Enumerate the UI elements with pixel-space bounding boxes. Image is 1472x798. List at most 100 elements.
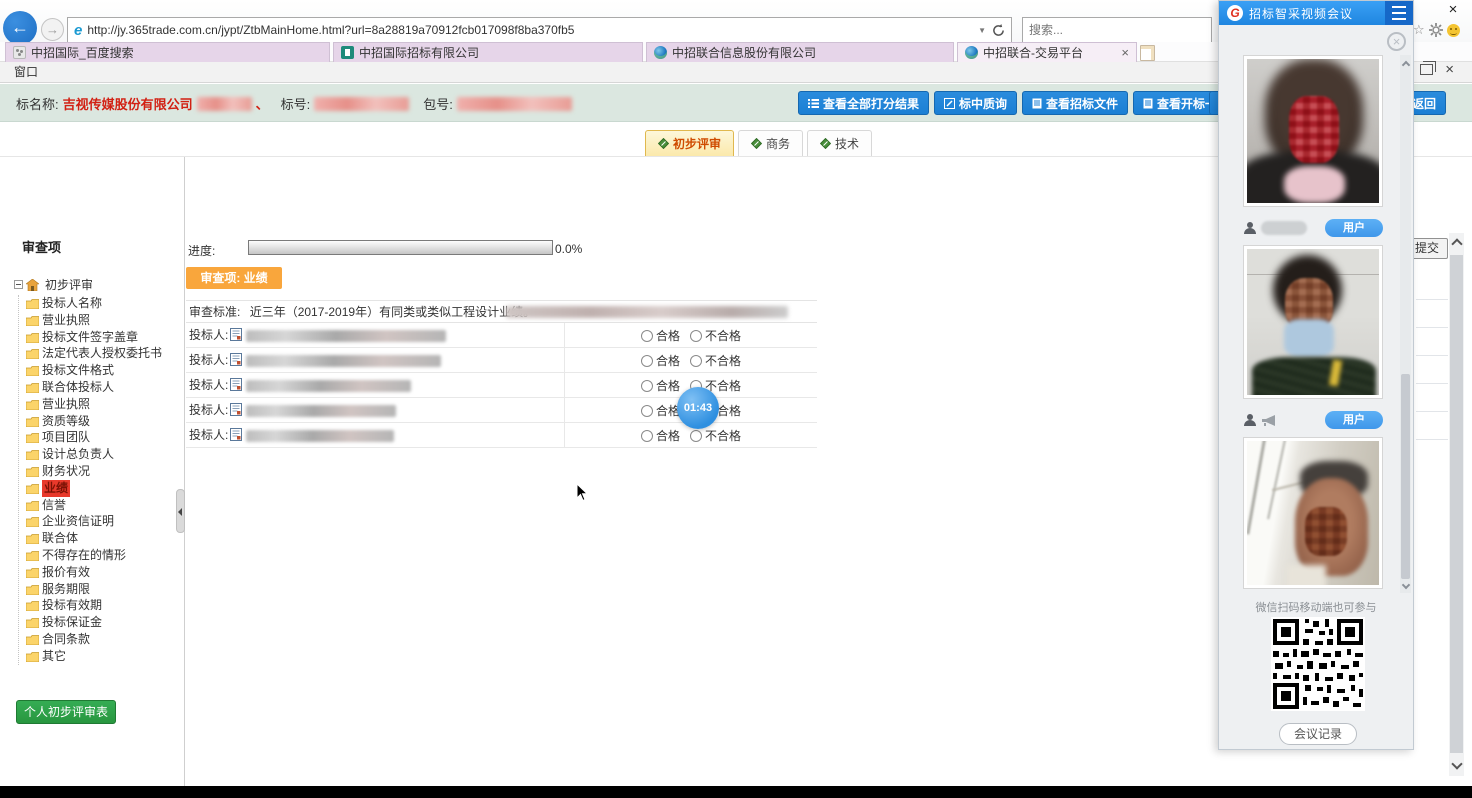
collapse-icon[interactable]: [14, 280, 23, 289]
forward-button[interactable]: →: [41, 18, 64, 41]
pass-radio-option[interactable]: 合格: [641, 427, 680, 444]
tree-item[interactable]: 联合体投标人: [26, 379, 184, 396]
tree-item[interactable]: 服务期限: [26, 581, 184, 598]
search-box[interactable]: [1022, 17, 1212, 43]
attachment-doc-icon[interactable]: [230, 403, 242, 416]
redacted-participant-name: [1261, 221, 1307, 235]
browser-tab-baidu[interactable]: 中招国际_百度搜索: [5, 42, 330, 62]
fail-radio[interactable]: [690, 355, 702, 367]
pass-radio[interactable]: [641, 380, 653, 392]
user-role-badge[interactable]: 用户: [1325, 219, 1383, 237]
attachment-doc-icon[interactable]: [230, 353, 242, 366]
tree-item[interactable]: 投标人名称: [26, 295, 184, 312]
bid-name-value: 吉视传媒股份有限公司: [63, 94, 193, 113]
address-bar[interactable]: e ▼: [67, 17, 1012, 43]
search-input[interactable]: [1023, 18, 1211, 42]
tree-item[interactable]: 投标文件签字盖章: [26, 329, 184, 346]
close-tab-icon[interactable]: ×: [1121, 46, 1129, 59]
fail-radio-option[interactable]: 不合格: [690, 352, 741, 369]
tree-item[interactable]: 不得存在的情形: [26, 547, 184, 564]
tab-label: 中招国际招标有限公司: [359, 44, 479, 61]
user-role-badge[interactable]: 用户: [1325, 411, 1383, 429]
hamburger-menu-icon[interactable]: [1385, 1, 1413, 25]
browser-close-icon[interactable]: ×: [1443, 1, 1463, 19]
sidebar-collapse-handle[interactable]: [176, 489, 185, 533]
restore-window-icon[interactable]: [1420, 64, 1433, 75]
tab-technical[interactable]: 技术: [807, 130, 872, 156]
application-window: ← → e ▼ ☆ × 中招国际_百度搜索 中招国际招标有限公司 中招联合信: [0, 0, 1472, 798]
tree-item[interactable]: 合同条款: [26, 631, 184, 648]
tree-item[interactable]: 法定代表人授权委托书: [16, 345, 181, 362]
bidder-label: 投标人:: [189, 428, 228, 442]
pass-radio-option[interactable]: 合格: [641, 352, 680, 369]
fail-radio-option[interactable]: 不合格: [690, 427, 741, 444]
chevron-down-icon[interactable]: ▼: [978, 26, 986, 35]
fail-radio[interactable]: [690, 430, 702, 442]
tree-item[interactable]: 营业执照: [26, 312, 184, 329]
close-window-icon[interactable]: ×: [1445, 64, 1454, 75]
pass-radio[interactable]: [641, 430, 653, 442]
page-scrollbar[interactable]: [1449, 233, 1464, 776]
refresh-icon[interactable]: [992, 24, 1005, 37]
tree-item[interactable]: 财务状况: [26, 463, 184, 480]
pass-radio-option[interactable]: 合格: [641, 377, 680, 394]
tree-item[interactable]: 投标文件格式: [26, 362, 184, 379]
fail-radio-option[interactable]: 不合格: [690, 327, 741, 344]
feedback-smiley-icon[interactable]: [1447, 24, 1460, 37]
tree-item[interactable]: 投标保证金: [26, 614, 184, 631]
favorites-star-icon[interactable]: ☆: [1413, 22, 1425, 38]
home-icon: [26, 279, 39, 291]
tree-item[interactable]: 设计总负责人: [26, 446, 184, 463]
review-item-button[interactable]: 审查项: 业绩: [186, 267, 282, 289]
pass-radio[interactable]: [641, 405, 653, 417]
panel-scrollbar[interactable]: [1400, 55, 1411, 593]
ie-icon: e: [74, 22, 82, 39]
tree-item[interactable]: 企业资信证明: [26, 513, 184, 530]
tree-item[interactable]: 联合体: [26, 530, 184, 547]
scroll-up-icon[interactable]: [1401, 61, 1409, 69]
tree-item[interactable]: 投标有效期: [26, 597, 184, 614]
tree-item[interactable]: 其它: [26, 648, 184, 665]
personal-review-form-button[interactable]: 个人初步评审表: [16, 700, 116, 724]
tree-item[interactable]: 信誉: [26, 497, 184, 514]
browser-tab-trade-platform[interactable]: 中招联合-交易平台 ×: [957, 42, 1137, 62]
tree-item-selected[interactable]: 业绩: [26, 480, 184, 497]
view-tender-doc-button[interactable]: 查看招标文件: [1022, 91, 1128, 115]
pass-radio[interactable]: [641, 355, 653, 367]
panel-close-icon[interactable]: ×: [1387, 32, 1406, 51]
criteria-text: 近三年（2017-2019年）有同类或类似工程设计业绩。: [250, 305, 535, 319]
new-tab-button[interactable]: [1140, 45, 1155, 61]
url-input[interactable]: [87, 23, 972, 37]
fail-radio[interactable]: [690, 330, 702, 342]
browser-tab-zhongzhao-info[interactable]: 中招联合信息股份有限公司: [646, 42, 954, 62]
tree-item[interactable]: 营业执照: [26, 396, 184, 413]
pass-radio-option[interactable]: 合格: [641, 327, 680, 344]
pass-radio[interactable]: [641, 330, 653, 342]
tree-item[interactable]: 报价有效: [26, 564, 184, 581]
wechat-scan-hint: 微信扫码移动端也可参与: [1219, 599, 1413, 615]
tab-preliminary-review[interactable]: 初步评审: [645, 130, 734, 156]
scrollbar-thumb[interactable]: [1401, 374, 1410, 579]
meeting-minutes-button[interactable]: 会议记录: [1279, 723, 1357, 745]
tree-item[interactable]: 项目团队: [26, 429, 184, 446]
folder-icon: [26, 534, 39, 544]
tab-commercial[interactable]: 商务: [738, 130, 803, 156]
scroll-down-icon[interactable]: [1451, 758, 1462, 769]
folder-icon: [26, 484, 39, 494]
browser-tab-zhongzhao-intl[interactable]: 中招国际招标有限公司: [333, 42, 643, 62]
attachment-doc-icon[interactable]: [230, 428, 242, 441]
back-button[interactable]: ←: [3, 11, 37, 45]
view-all-scores-button[interactable]: 查看全部打分结果: [798, 91, 929, 115]
attachment-doc-icon[interactable]: [230, 378, 242, 391]
video-panel-header[interactable]: G 招标智采视频会议: [1219, 1, 1413, 25]
tree-item[interactable]: 资质等级: [26, 413, 184, 430]
tree-root-preliminary-review[interactable]: 初步评审: [14, 276, 184, 293]
pass-radio-option[interactable]: 合格: [641, 402, 680, 419]
scroll-up-icon[interactable]: [1451, 238, 1462, 249]
bid-inquiry-button[interactable]: 标中质询: [934, 91, 1017, 115]
scroll-down-icon[interactable]: [1401, 581, 1409, 589]
scrollbar-thumb[interactable]: [1450, 255, 1463, 753]
attachment-doc-icon[interactable]: [230, 328, 242, 341]
gear-icon[interactable]: [1429, 23, 1443, 37]
package-no-label: 包号:: [423, 94, 453, 113]
